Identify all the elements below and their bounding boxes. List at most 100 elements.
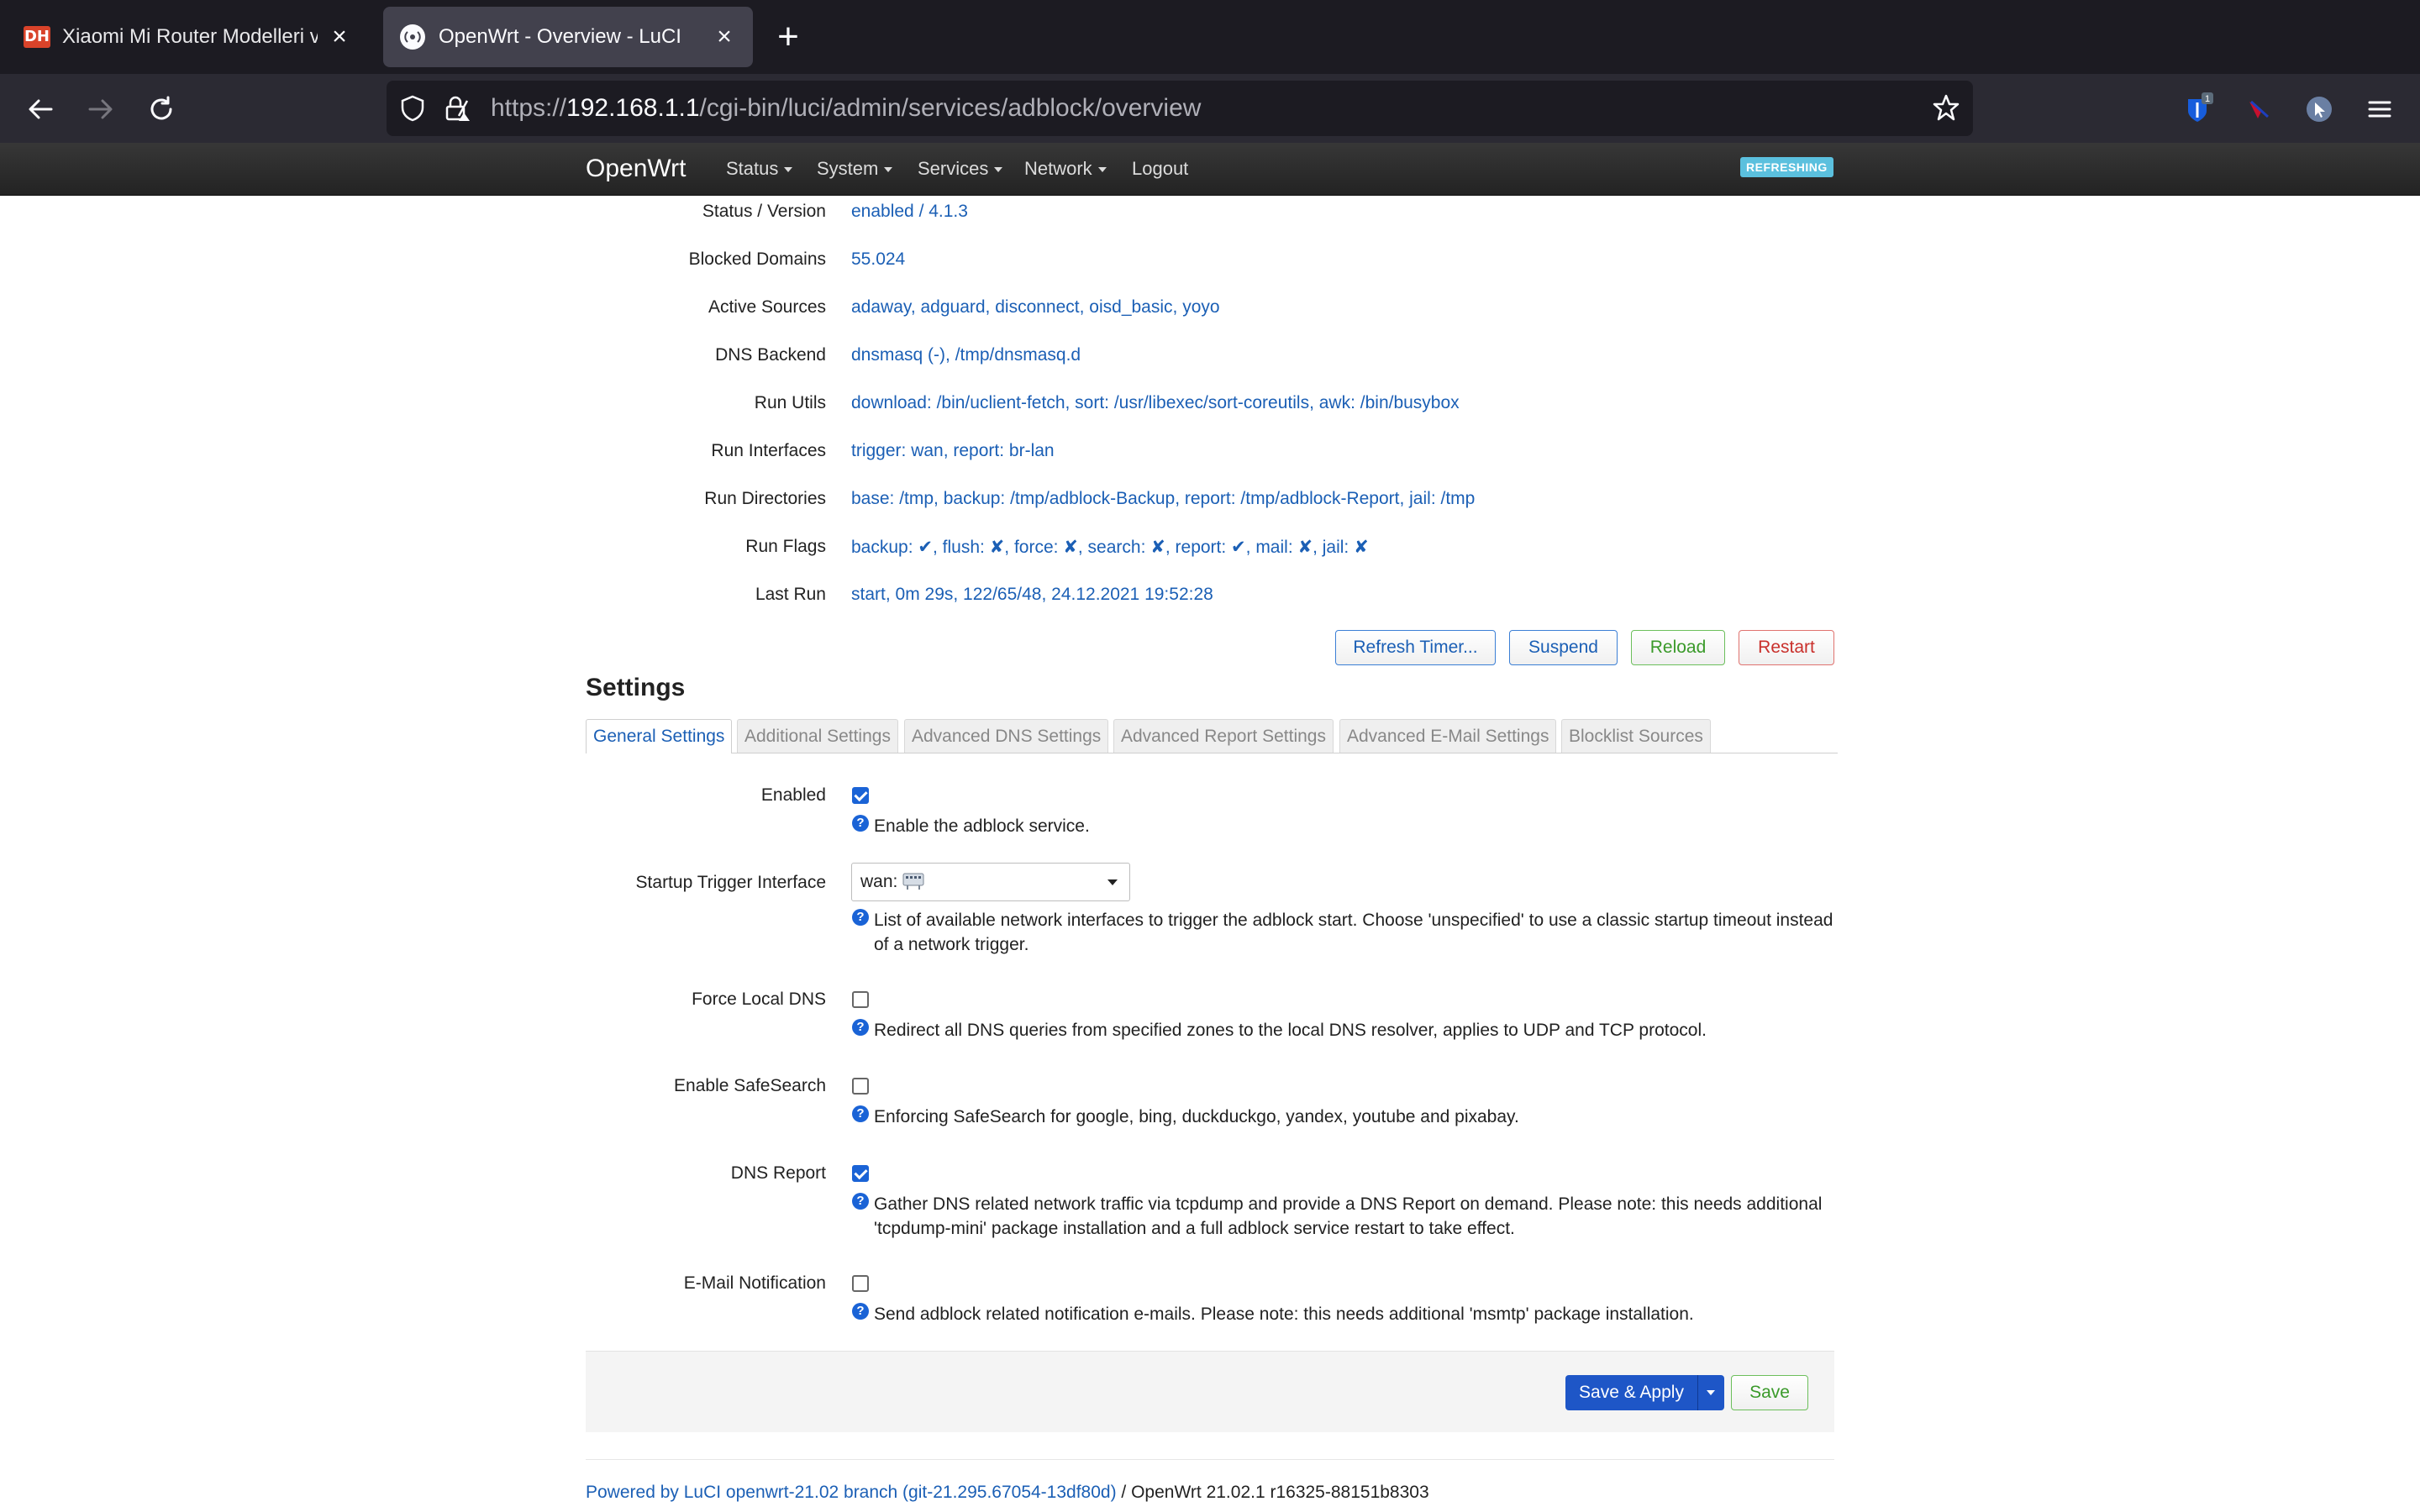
email-notification-description: Send adblock related notification e-mail…	[874, 1305, 1694, 1324]
trigger-interface-value: wan:	[860, 872, 898, 891]
tab-additional-settings[interactable]: Additional Settings	[737, 719, 898, 753]
safesearch-label: Enable SafeSearch	[674, 1076, 826, 1095]
settings-tabs: General Settings Additional Settings Adv…	[586, 719, 1838, 753]
force-dns-label: Force Local DNS	[692, 990, 826, 1009]
menu-status[interactable]: Status	[726, 143, 793, 195]
enabled-checkbox[interactable]	[852, 787, 869, 804]
suspend-button[interactable]: Suspend	[1509, 630, 1618, 665]
force-dns-checkbox[interactable]	[852, 991, 869, 1008]
reload-icon[interactable]	[141, 89, 182, 129]
select-arrow-icon	[1107, 879, 1118, 885]
tab-close-icon[interactable]: ×	[328, 24, 351, 50]
dns-report-description: Gather DNS related network traffic via t…	[874, 1194, 1823, 1238]
openwrt-favicon-icon	[400, 24, 425, 50]
status-value: adaway, adguard, disconnect, oisd_basic,…	[851, 297, 1220, 317]
tab-title: OpenWrt - Overview - LuCI	[439, 25, 681, 48]
safesearch-description: Enforcing SafeSearch for google, bing, d…	[874, 1107, 1519, 1126]
bitwarden-extension-icon[interactable]: 1	[2180, 91, 2217, 128]
status-value: trigger: wan, report: br-lan	[851, 441, 1055, 460]
status-label: Run Interfaces	[711, 441, 826, 460]
forward-arrow-icon[interactable]	[81, 89, 121, 129]
browser-tab-openwrt[interactable]: OpenWrt - Overview - LuCI ×	[383, 7, 753, 67]
tab-advanced-dns-settings[interactable]: Advanced DNS Settings	[904, 719, 1109, 753]
help-icon: ?	[852, 815, 869, 832]
cursor-trail-extension-icon[interactable]	[2240, 91, 2277, 128]
status-label: Run Utils	[754, 393, 826, 412]
refreshing-badge[interactable]: REFRESHING	[1740, 157, 1833, 177]
status-label: DNS Backend	[715, 345, 826, 365]
luci-header: OpenWrt Status System Services Network L…	[0, 143, 2420, 196]
save-button[interactable]: Save	[1731, 1375, 1808, 1410]
refresh-timer-button[interactable]: Refresh Timer...	[1335, 630, 1496, 665]
safesearch-checkbox[interactable]	[852, 1078, 869, 1095]
help-icon: ?	[852, 1019, 869, 1036]
luci-version-link[interactable]: Powered by LuCI openwrt-21.02 branch (gi…	[586, 1483, 1117, 1502]
tab-general-settings[interactable]: General Settings	[586, 719, 733, 753]
status-label: Active Sources	[708, 297, 826, 317]
email-notification-checkbox[interactable]	[852, 1275, 869, 1292]
tab-close-icon[interactable]: ×	[713, 24, 736, 50]
enabled-label: Enabled	[760, 785, 826, 805]
status-value: enabled / 4.1.3	[851, 202, 968, 221]
status-value: base: /tmp, backup: /tmp/adblock-Backup,…	[851, 489, 1476, 508]
tab-advanced-report-settings[interactable]: Advanced Report Settings	[1113, 719, 1334, 753]
status-value: backup: ✔, flush: ✘, force: ✘, search: ✘…	[851, 538, 1369, 557]
save-apply-dropdown-icon[interactable]	[1697, 1375, 1724, 1410]
menu-system[interactable]: System	[817, 143, 893, 195]
reload-button[interactable]: Reload	[1631, 630, 1725, 665]
footer: Powered by LuCI openwrt-21.02 branch (gi…	[586, 1483, 1429, 1503]
settings-heading: Settings	[586, 674, 686, 701]
caret-down-icon	[784, 167, 793, 173]
status-label: Status / Version	[702, 202, 826, 221]
status-value: dnsmasq (-), /tmp/dnsmasq.d	[851, 345, 1081, 365]
caret-down-icon	[1097, 167, 1107, 173]
network-port-icon	[902, 873, 924, 891]
status-label: Last Run	[755, 585, 826, 604]
openwrt-version-text: / OpenWrt 21.02.1 r16325-88151b8303	[1116, 1483, 1429, 1502]
svg-text:1: 1	[2205, 94, 2210, 104]
trigger-interface-label: Startup Trigger Interface	[635, 873, 826, 892]
footer-divider	[586, 1459, 1834, 1460]
tab-title: Xiaomi Mi Router Modelleri ve O	[62, 25, 318, 48]
save-apply-button[interactable]: Save & Apply	[1565, 1375, 1697, 1410]
insecure-lock-icon[interactable]	[442, 94, 471, 127]
menu-network[interactable]: Network	[1024, 143, 1107, 195]
enabled-description: Enable the adblock service.	[874, 816, 1090, 836]
help-icon: ?	[852, 1193, 869, 1210]
trigger-interface-description: List of available network interfaces to …	[874, 911, 1833, 954]
status-label: Run Flags	[745, 537, 826, 556]
openwrt-brand[interactable]: OpenWrt	[586, 143, 687, 195]
browser-tab-bar: DH Xiaomi Mi Router Modelleri ve O × Ope…	[0, 0, 2420, 74]
hamburger-menu-icon[interactable]	[2361, 91, 2398, 128]
status-value: start, 0m 29s, 122/65/48, 24.12.2021 19:…	[851, 585, 1213, 604]
help-icon: ?	[852, 909, 869, 926]
help-icon: ?	[852, 1303, 869, 1320]
tab-blocklist-sources[interactable]: Blocklist Sources	[1561, 719, 1711, 753]
caret-down-icon	[884, 167, 893, 173]
bookmark-star-icon[interactable]	[1931, 92, 1961, 127]
status-label: Run Directories	[704, 489, 826, 508]
status-label: Blocked Domains	[688, 249, 826, 269]
trigger-interface-select[interactable]: wan:	[851, 863, 1130, 901]
browser-nav-bar: https://192.168.1.1/cgi-bin/luci/admin/s…	[0, 74, 2420, 143]
restart-button[interactable]: Restart	[1739, 630, 1834, 665]
pointer-extension-icon[interactable]	[2301, 91, 2338, 128]
dns-report-label: DNS Report	[730, 1163, 826, 1183]
force-dns-description: Redirect all DNS queries from specified …	[874, 1021, 1707, 1040]
address-bar[interactable]: https://192.168.1.1/cgi-bin/luci/admin/s…	[387, 81, 1973, 136]
tab-advanced-email-settings[interactable]: Advanced E-Mail Settings	[1339, 719, 1557, 753]
url-text: https://192.168.1.1/cgi-bin/luci/admin/s…	[491, 94, 1202, 122]
dns-report-checkbox[interactable]	[852, 1165, 869, 1182]
tracking-shield-icon[interactable]	[398, 94, 427, 127]
help-icon: ?	[852, 1105, 869, 1122]
new-tab-plus-icon[interactable]: +	[771, 18, 805, 55]
email-notification-label: E-Mail Notification	[683, 1273, 826, 1293]
menu-logout[interactable]: Logout	[1132, 143, 1188, 195]
back-arrow-icon[interactable]	[20, 89, 60, 129]
donanimhaber-favicon-icon: DH	[24, 26, 50, 48]
menu-services[interactable]: Services	[918, 143, 1003, 195]
status-value: 55.024	[851, 249, 906, 269]
status-value: download: /bin/uclient-fetch, sort: /usr…	[851, 393, 1460, 412]
browser-tab-xiaomi[interactable]: DH Xiaomi Mi Router Modelleri ve O ×	[7, 7, 368, 67]
caret-down-icon	[994, 167, 1003, 173]
